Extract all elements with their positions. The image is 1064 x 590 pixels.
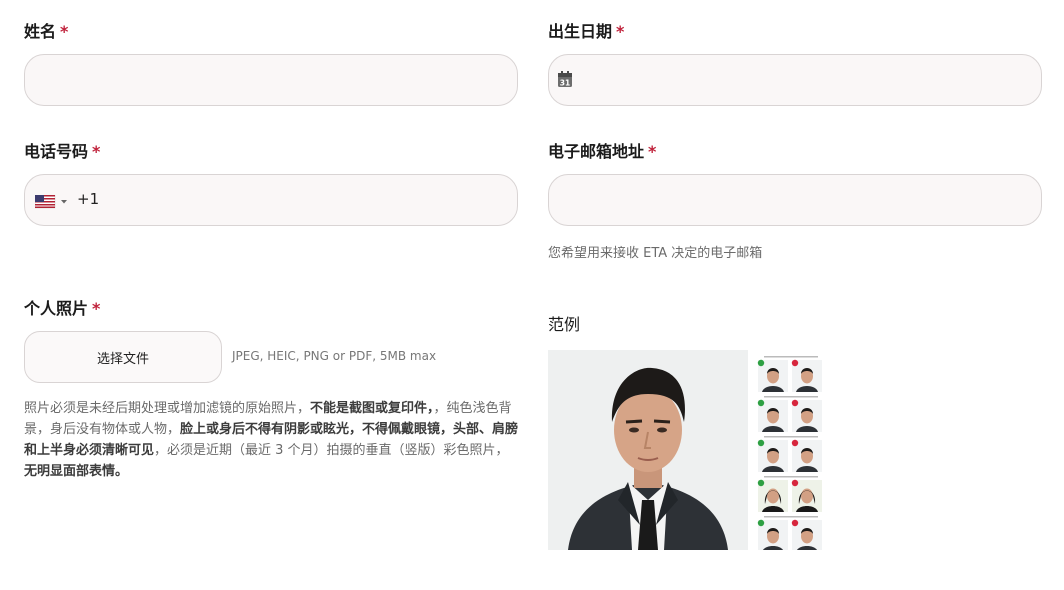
- check-icon: [757, 359, 765, 367]
- thumbnail-caption: [764, 436, 818, 438]
- email-hint: 您希望用来接收 ETA 决定的电子邮箱: [548, 246, 763, 261]
- name-input[interactable]: [24, 54, 518, 106]
- check-icon: [757, 399, 765, 407]
- cross-icon: [791, 479, 799, 487]
- required-mark: *: [92, 299, 101, 318]
- cross-icon: [791, 399, 799, 407]
- thumbnail-caption: [764, 396, 818, 398]
- example-portrait: [548, 350, 748, 550]
- name-label: 姓名 *: [24, 22, 69, 41]
- example-label: 范例: [548, 315, 581, 334]
- photo-requirements: 照片必须是未经后期处理或增加滤镜的原始照片，不能是截图或复印件，，纯色浅色背景，…: [24, 401, 519, 479]
- thumbnail-caption: [764, 476, 818, 478]
- email-input[interactable]: [548, 174, 1042, 226]
- file-format-note: JPEG, HEIC, PNG or PDF, 5MB max: [232, 349, 437, 363]
- required-mark: *: [92, 142, 101, 161]
- calendar-day-text: 31: [560, 79, 570, 88]
- cross-icon: [791, 519, 799, 527]
- dial-code: +1: [77, 190, 100, 208]
- cross-icon: [791, 439, 799, 447]
- check-icon: [757, 479, 765, 487]
- country-selector[interactable]: [34, 194, 71, 209]
- thumbnail-caption: [764, 356, 818, 358]
- choose-file-button[interactable]: 选择文件: [24, 331, 222, 383]
- required-mark: *: [616, 22, 625, 41]
- thumbnail-caption: [764, 516, 818, 518]
- required-mark: *: [60, 22, 69, 41]
- chevron-down-icon: [61, 200, 67, 204]
- dob-input[interactable]: 31: [548, 54, 1042, 106]
- dob-label: 出生日期 *: [548, 22, 625, 41]
- us-flag-icon: [34, 194, 67, 209]
- example-thumbnails: [756, 350, 826, 552]
- check-icon: [757, 519, 765, 527]
- email-label: 电子邮箱地址 *: [548, 142, 657, 161]
- cross-icon: [791, 359, 799, 367]
- phone-label: 电话号码 *: [24, 142, 101, 161]
- photo-label: 个人照片 *: [24, 299, 101, 318]
- check-icon: [757, 439, 765, 447]
- required-mark: *: [648, 142, 657, 161]
- calendar-icon[interactable]: 31: [558, 71, 572, 88]
- phone-input[interactable]: +1: [24, 174, 518, 226]
